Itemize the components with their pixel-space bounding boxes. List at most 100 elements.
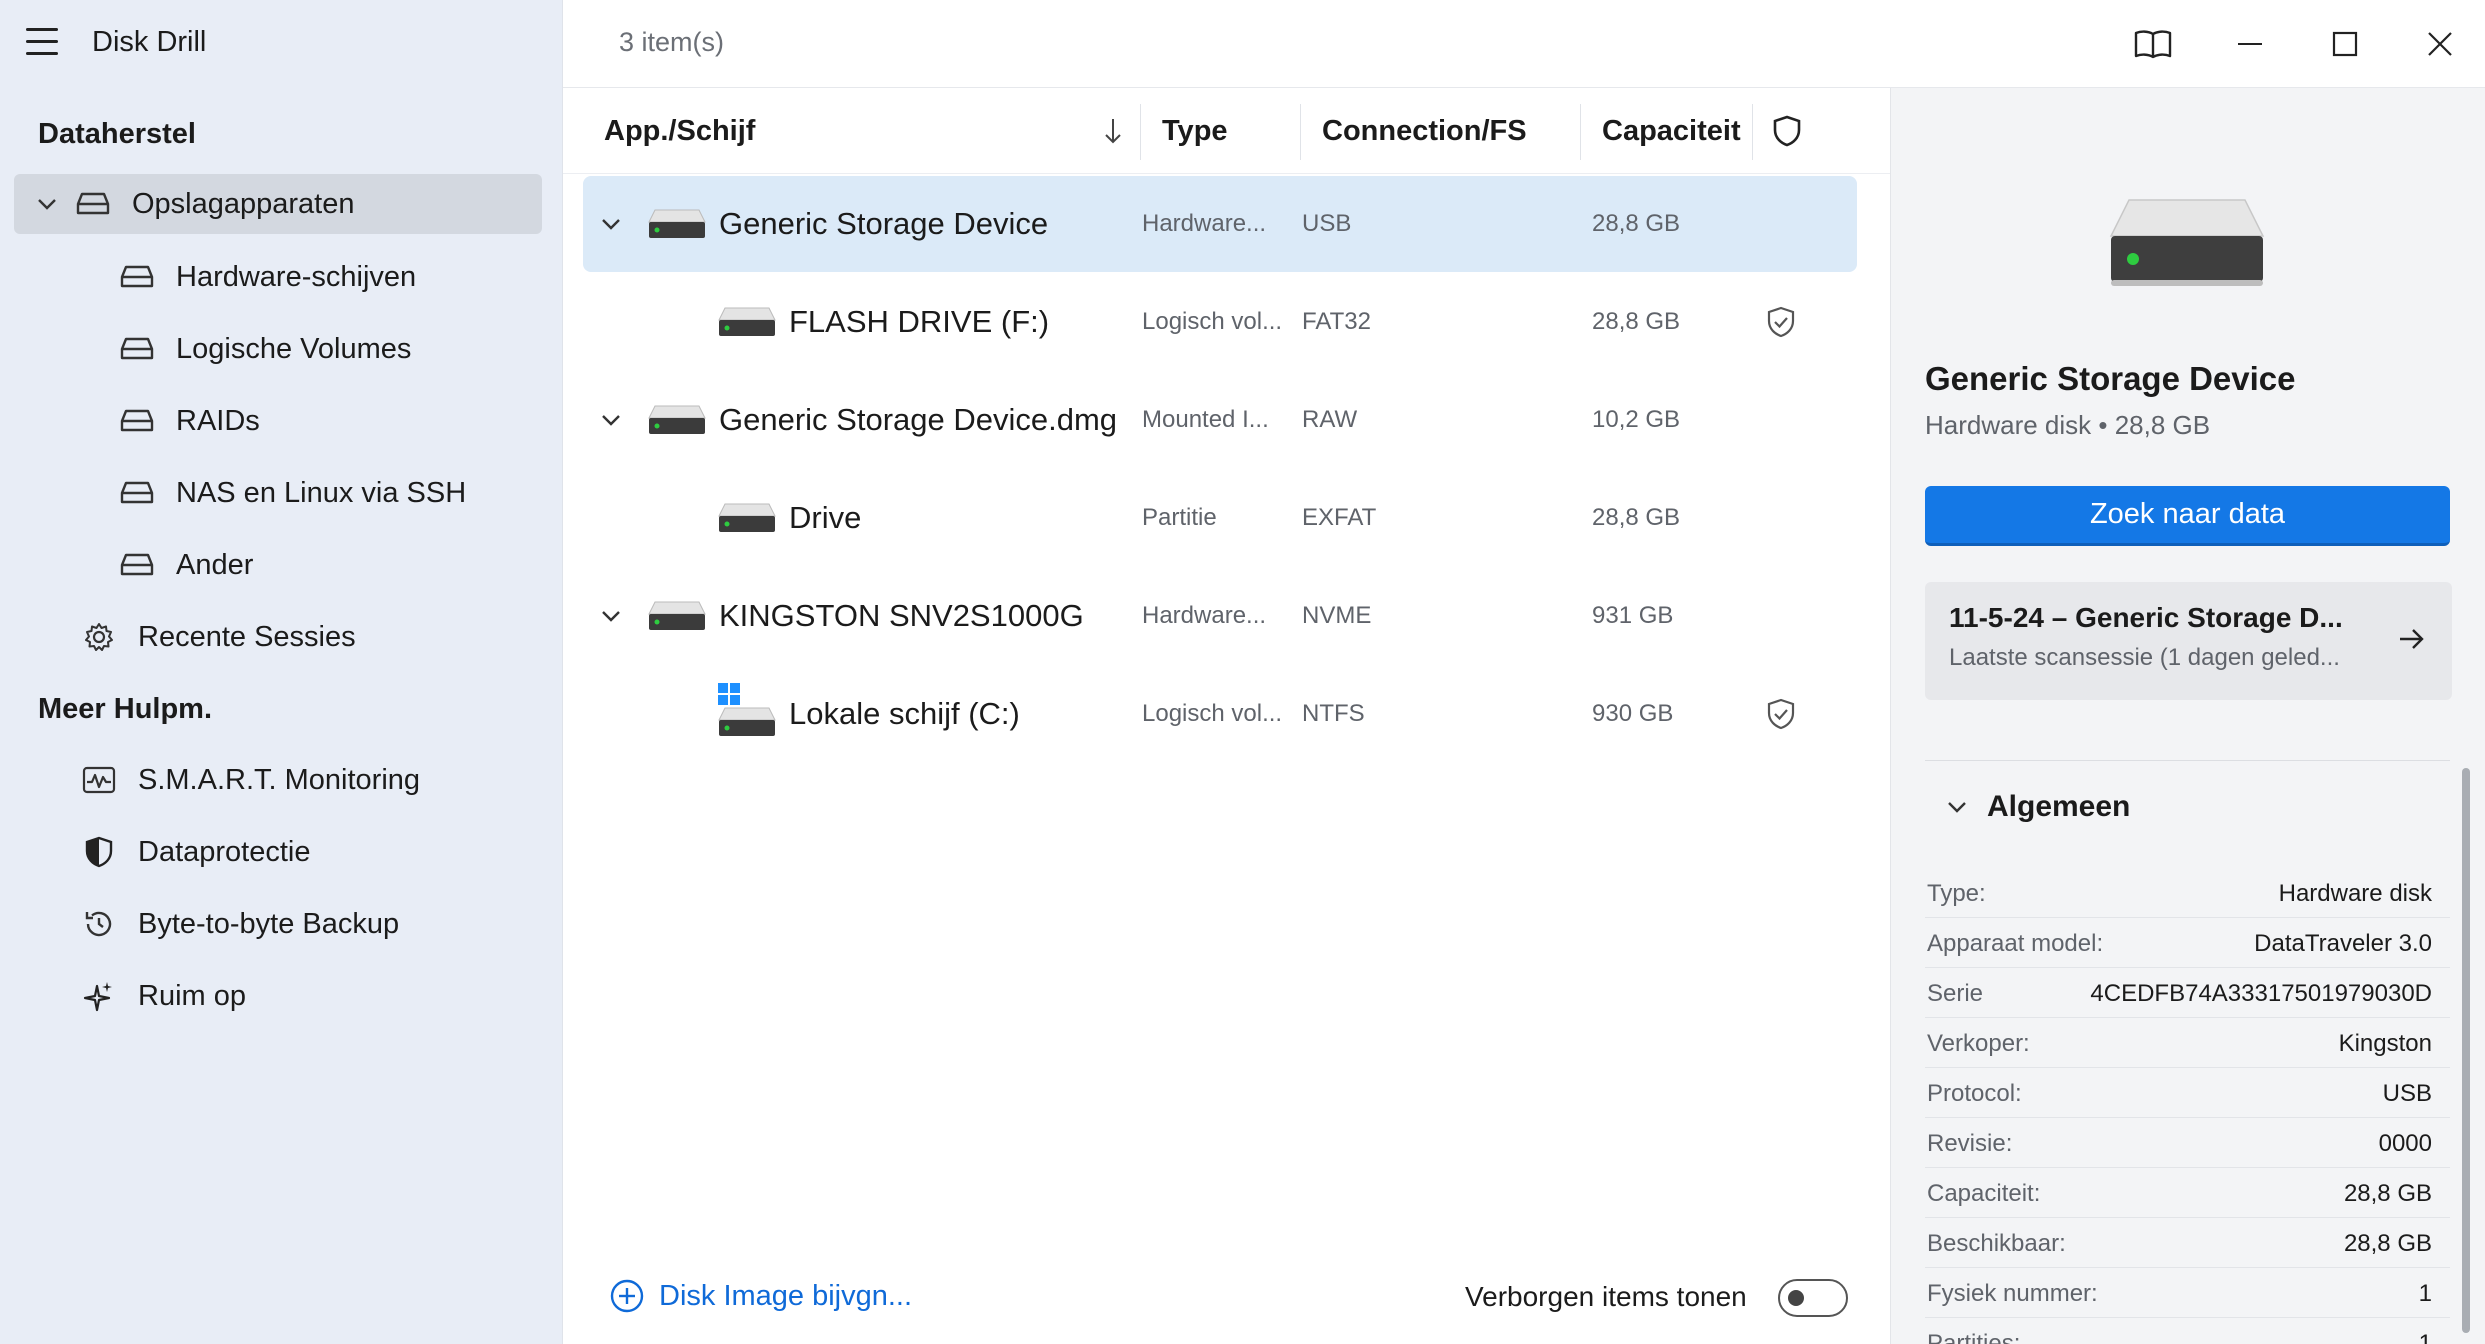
property-key: Capaciteit: bbox=[1927, 1180, 2041, 1207]
pulse-monitor-icon bbox=[82, 763, 116, 797]
sidebar-item-ruim-op[interactable]: Ruim op bbox=[82, 966, 246, 1026]
table-header: App./Schijf Type Connection/FS Capacitei… bbox=[563, 88, 1890, 174]
column-header-capacity[interactable]: Capaciteit bbox=[1602, 88, 1741, 174]
sidebar-item-opslagapparaten[interactable]: Opslagapparaten bbox=[14, 174, 542, 234]
column-separator[interactable] bbox=[1140, 104, 1141, 160]
shield-icon bbox=[82, 835, 116, 869]
sidebar-item-dataprotectie[interactable]: Dataprotectie bbox=[82, 822, 311, 882]
sidebar-item-label: Opslagapparaten bbox=[132, 187, 355, 220]
device-title: Generic Storage Device bbox=[1925, 360, 2296, 397]
row-capacity: 28,8 GB bbox=[1592, 308, 1681, 335]
sidebar-item-label: S.M.A.R.T. Monitoring bbox=[138, 763, 421, 796]
table-row[interactable]: Generic Storage Device.dmg Mounted I... … bbox=[583, 372, 1857, 468]
property-value: Kingston bbox=[2338, 1030, 2432, 1057]
show-hidden-toggle[interactable] bbox=[1778, 1279, 1848, 1317]
protected-shield-check-icon[interactable] bbox=[1767, 666, 1795, 762]
table-row[interactable]: KINGSTON SNV2S1000G Hardware... NVME 931… bbox=[583, 568, 1857, 664]
book-help-icon[interactable] bbox=[2133, 24, 2173, 64]
row-capacity: 931 GB bbox=[1592, 602, 1674, 629]
session-title: 11-5-24 – Generic Storage D... bbox=[1949, 602, 2343, 633]
row-type: Logisch vol... bbox=[1142, 308, 1283, 335]
sidebar-item-nas-linux-ssh[interactable]: NAS en Linux via SSH bbox=[120, 463, 466, 523]
maximize-icon[interactable] bbox=[2325, 24, 2365, 64]
column-header-type[interactable]: Type bbox=[1162, 88, 1228, 174]
row-type: Partitie bbox=[1142, 504, 1217, 531]
row-connection: USB bbox=[1302, 210, 1352, 237]
property-key: Beschikbaar: bbox=[1927, 1230, 2066, 1257]
property-key: Serie bbox=[1927, 980, 1984, 1007]
drive-icon bbox=[76, 187, 110, 221]
sidebar-item-raids[interactable]: RAIDs bbox=[120, 391, 260, 451]
row-capacity: 28,8 GB bbox=[1592, 504, 1681, 531]
sidebar-item-hardware-schijven[interactable]: Hardware-schijven bbox=[120, 247, 416, 307]
column-header-connection[interactable]: Connection/FS bbox=[1322, 88, 1527, 174]
sidebar-item-logische-volumes[interactable]: Logische Volumes bbox=[120, 319, 411, 379]
sidebar-item-label: Dataprotectie bbox=[138, 835, 311, 868]
protection-shield-icon[interactable] bbox=[1773, 88, 1801, 174]
property-row: Protocol: USB bbox=[1925, 1068, 2450, 1118]
row-type: Mounted I... bbox=[1142, 406, 1269, 433]
sort-arrow-down-icon[interactable] bbox=[1103, 88, 1123, 174]
arrow-right-icon[interactable] bbox=[2396, 624, 2426, 654]
sidebar-item-byte-backup[interactable]: Byte-to-byte Backup bbox=[82, 894, 399, 954]
windows-logo-icon bbox=[718, 683, 740, 705]
property-value: 4CEDFB74A33317501979030D bbox=[2090, 980, 2432, 1007]
chevron-down-icon[interactable] bbox=[601, 372, 621, 468]
property-value: 28,8 GB bbox=[2343, 1180, 2432, 1207]
chevron-down-icon[interactable] bbox=[601, 568, 621, 664]
table-row[interactable]: FLASH DRIVE (F:) Logisch vol... FAT32 28… bbox=[583, 274, 1857, 370]
row-capacity: 28,8 GB bbox=[1592, 210, 1681, 237]
show-hidden-label: Verborgen items tonen bbox=[1465, 1281, 1747, 1312]
general-section-toggle[interactable]: Algemeen bbox=[1947, 790, 2130, 824]
property-row: Revisie: 0000 bbox=[1925, 1118, 2450, 1168]
close-icon[interactable] bbox=[2420, 24, 2460, 64]
protected-shield-check-icon[interactable] bbox=[1767, 274, 1795, 370]
chevron-down-icon[interactable] bbox=[601, 176, 621, 272]
column-header-name[interactable]: App./Schijf bbox=[604, 88, 755, 174]
property-key: Protocol: bbox=[1927, 1080, 2022, 1107]
row-name: Lokale schijf (C:) bbox=[789, 696, 1020, 731]
column-separator[interactable] bbox=[1752, 104, 1753, 160]
property-row: Verkoper: Kingston bbox=[1925, 1018, 2450, 1068]
drive-icon bbox=[120, 476, 154, 510]
session-subtitle: Laatste scansessie (1 dagen geled... bbox=[1949, 644, 2340, 671]
table-row[interactable]: Generic Storage Device Hardware... USB 2… bbox=[583, 176, 1857, 272]
row-connection: FAT32 bbox=[1302, 308, 1371, 335]
property-row: Serie 4CEDFB74A33317501979030D bbox=[1925, 968, 2450, 1018]
row-name: Drive bbox=[789, 500, 862, 535]
recent-session-card[interactable]: 11-5-24 – Generic Storage D... Laatste s… bbox=[1925, 582, 2452, 700]
chevron-down-icon bbox=[1948, 802, 1966, 813]
sidebar-item-recente-sessies[interactable]: Recente Sessies bbox=[82, 607, 356, 667]
sidebar-item-smart-monitoring[interactable]: S.M.A.R.T. Monitoring bbox=[82, 750, 420, 810]
app-header: Disk Drill bbox=[0, 0, 563, 84]
property-value: 1 bbox=[2418, 1330, 2432, 1344]
sidebar-item-label: Byte-to-byte Backup bbox=[138, 907, 400, 940]
table-row[interactable]: Lokale schijf (C:) Logisch vol... NTFS 9… bbox=[583, 666, 1857, 762]
column-separator[interactable] bbox=[1300, 104, 1301, 160]
sidebar-item-ander[interactable]: Ander bbox=[120, 535, 253, 595]
row-name: FLASH DRIVE (F:) bbox=[789, 304, 1050, 339]
add-disk-image-link[interactable]: Disk Image bijvgn... bbox=[609, 1278, 912, 1314]
hard-drive-icon bbox=[648, 209, 706, 238]
device-subtitle: Hardware disk • 28,8 GB bbox=[1925, 410, 2211, 440]
table-row[interactable]: Drive Partitie EXFAT 28,8 GB bbox=[583, 470, 1857, 566]
column-separator[interactable] bbox=[1580, 104, 1581, 160]
property-row: Apparaat model: DataTraveler 3.0 bbox=[1925, 918, 2450, 968]
hamburger-menu-icon[interactable] bbox=[26, 28, 58, 56]
minimize-icon[interactable] bbox=[2230, 24, 2270, 64]
property-row: Partities: 1 bbox=[1925, 1318, 2450, 1344]
property-row: Fysiek nummer: 1 bbox=[1925, 1268, 2450, 1318]
property-value: Hardware disk bbox=[2278, 880, 2432, 907]
hard-drive-icon bbox=[648, 405, 706, 434]
property-key: Fysiek nummer: bbox=[1927, 1280, 2098, 1307]
property-value: DataTraveler 3.0 bbox=[2254, 930, 2432, 957]
chevron-down-icon[interactable] bbox=[36, 193, 58, 215]
plus-circle-icon bbox=[610, 1279, 644, 1313]
panel-scrollbar[interactable] bbox=[2462, 768, 2470, 1333]
property-key: Apparaat model: bbox=[1927, 930, 2104, 957]
section-meer-hulpm: Meer Hulpm. bbox=[38, 693, 213, 725]
row-connection: EXFAT bbox=[1302, 504, 1377, 531]
search-data-button[interactable]: Zoek naar data bbox=[1925, 486, 2450, 546]
property-value: 0000 bbox=[2378, 1130, 2432, 1157]
top-bar: 3 item(s) bbox=[563, 0, 2485, 88]
